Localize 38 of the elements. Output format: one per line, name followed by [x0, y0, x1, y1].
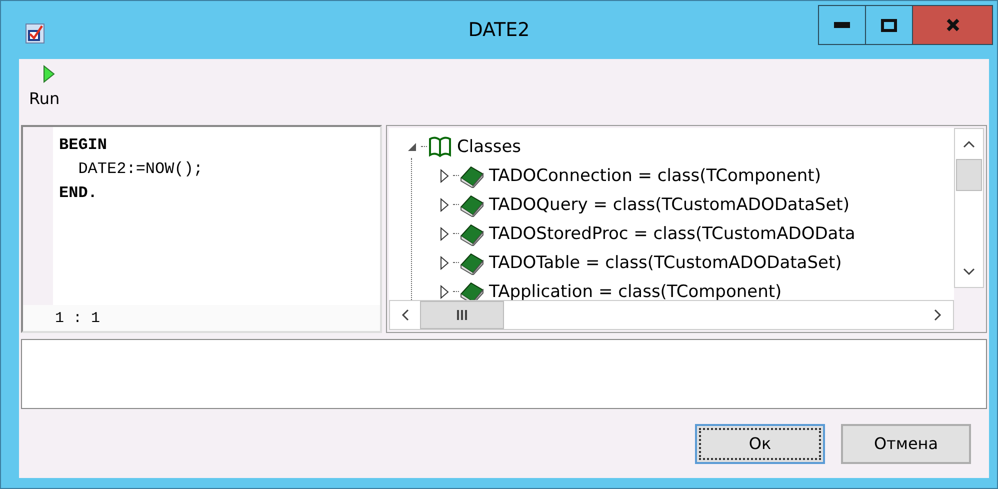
- play-icon: [43, 65, 55, 83]
- code-line: BEGIN: [59, 135, 108, 156]
- tree-item[interactable]: Classes: [457, 136, 522, 156]
- cancel-button[interactable]: Отмена: [841, 424, 971, 464]
- open-book-icon: [427, 134, 453, 158]
- run-button[interactable]: Run: [27, 65, 62, 125]
- chevron-up-icon: [963, 140, 975, 148]
- code-line: DATE2:=NOW();: [77, 159, 204, 180]
- book-icon: [459, 280, 485, 300]
- chevron-left-icon: [401, 309, 409, 321]
- minimize-icon: [834, 22, 850, 28]
- tree-item[interactable]: TADOStoredProc = class(TCustomADOData: [489, 224, 856, 244]
- code-line: END.: [59, 183, 98, 204]
- book-icon: [459, 222, 485, 246]
- chevron-down-icon: [963, 268, 975, 276]
- maximize-icon: [881, 18, 897, 32]
- chevron-right-icon: [934, 309, 942, 321]
- horizontal-scrollbar[interactable]: [389, 300, 954, 330]
- close-button[interactable]: [912, 5, 993, 45]
- book-icon: [459, 250, 485, 274]
- close-icon: [946, 18, 960, 32]
- cursor-position: 1 : 1: [55, 310, 100, 326]
- maximize-button[interactable]: [865, 5, 913, 45]
- grip-icon: [456, 310, 468, 320]
- scroll-thumb[interactable]: [420, 301, 504, 329]
- tree-item[interactable]: TADOConnection = class(TComponent): [489, 166, 821, 186]
- ok-button[interactable]: Ок: [695, 424, 825, 464]
- tree-item[interactable]: TApplication = class(TComponent): [489, 282, 782, 300]
- tree-item[interactable]: TADOQuery = class(TCustomADODataSet): [489, 194, 850, 214]
- checklist-icon: [25, 21, 47, 45]
- book-icon: [459, 164, 485, 188]
- book-icon: [459, 192, 485, 216]
- code-editor[interactable]: BEGIN DATE2:=NOW(); END. 1 : 1: [21, 125, 382, 333]
- scroll-thumb[interactable]: [956, 159, 982, 191]
- vertical-scrollbar[interactable]: [954, 128, 984, 288]
- minimize-button[interactable]: [818, 5, 866, 45]
- window-title: DATE2: [468, 19, 530, 41]
- tree-item[interactable]: TADOTable = class(TCustomADODataSet): [489, 252, 842, 272]
